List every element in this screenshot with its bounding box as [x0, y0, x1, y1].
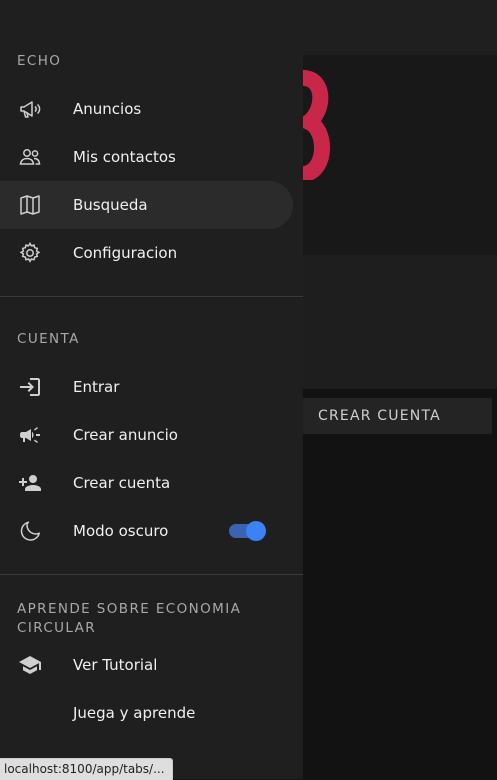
login-icon [20, 378, 40, 396]
menu-item-label: Juega y aprende [73, 704, 196, 722]
menu-item-label: Configuracion [73, 244, 178, 262]
people-outline-icon [19, 149, 41, 165]
side-menu: ECHO Anuncios Mis contactos Busqueda Con… [0, 0, 303, 779]
menu-item-anuncios[interactable]: Anuncios [0, 85, 293, 133]
menu-item-mis-contactos[interactable]: Mis contactos [0, 133, 293, 181]
menu-item-label: Anuncios [73, 100, 142, 118]
browser-status-bar: localhost:8100/app/tabs/... [0, 758, 173, 780]
menu-item-label: Busqueda [73, 196, 148, 214]
menu-item-crear-cuenta[interactable]: Crear cuenta [0, 459, 293, 507]
create-account-button[interactable]: CREAR CUENTA [303, 398, 492, 434]
map-outline-icon [20, 195, 40, 215]
megaphone-filled-icon [20, 427, 40, 443]
section-title-aprende: APRENDE SOBRE ECONOMIA CIRCULAR [17, 601, 242, 636]
menu-item-label: Mis contactos [73, 148, 176, 166]
menu-item-configuracion[interactable]: Configuracion [0, 229, 293, 277]
dark-mode-toggle[interactable] [229, 521, 267, 541]
menu-item-ver-tutorial[interactable]: Ver Tutorial [0, 641, 293, 689]
menu-item-entrar[interactable]: Entrar [0, 363, 293, 411]
toggle-knob [246, 521, 266, 541]
gear-outline-icon [19, 242, 41, 263]
section-title-echo: ECHO [17, 53, 62, 69]
megaphone-outline-icon [20, 101, 41, 118]
menu-item-label: Entrar [73, 378, 120, 396]
menu-item-label: Crear anuncio [73, 426, 178, 444]
menu-item-modo-oscuro: Modo oscuro [0, 507, 293, 555]
section-title-cuenta: CUENTA [17, 331, 80, 347]
menu-item-crear-anuncio[interactable]: Crear anuncio [0, 411, 293, 459]
menu-item-label: Crear cuenta [73, 474, 171, 492]
section-divider [0, 296, 303, 297]
moon-icon [20, 521, 41, 541]
menu-item-label: Modo oscuro [73, 522, 169, 540]
person-add-icon [19, 475, 41, 491]
school-icon [19, 656, 41, 674]
menu-item-juega-y-aprende[interactable]: Juega y aprende [0, 689, 293, 737]
menu-item-label: Ver Tutorial [73, 656, 158, 674]
section-divider [0, 574, 303, 575]
menu-item-busqueda[interactable]: Busqueda [0, 181, 293, 229]
